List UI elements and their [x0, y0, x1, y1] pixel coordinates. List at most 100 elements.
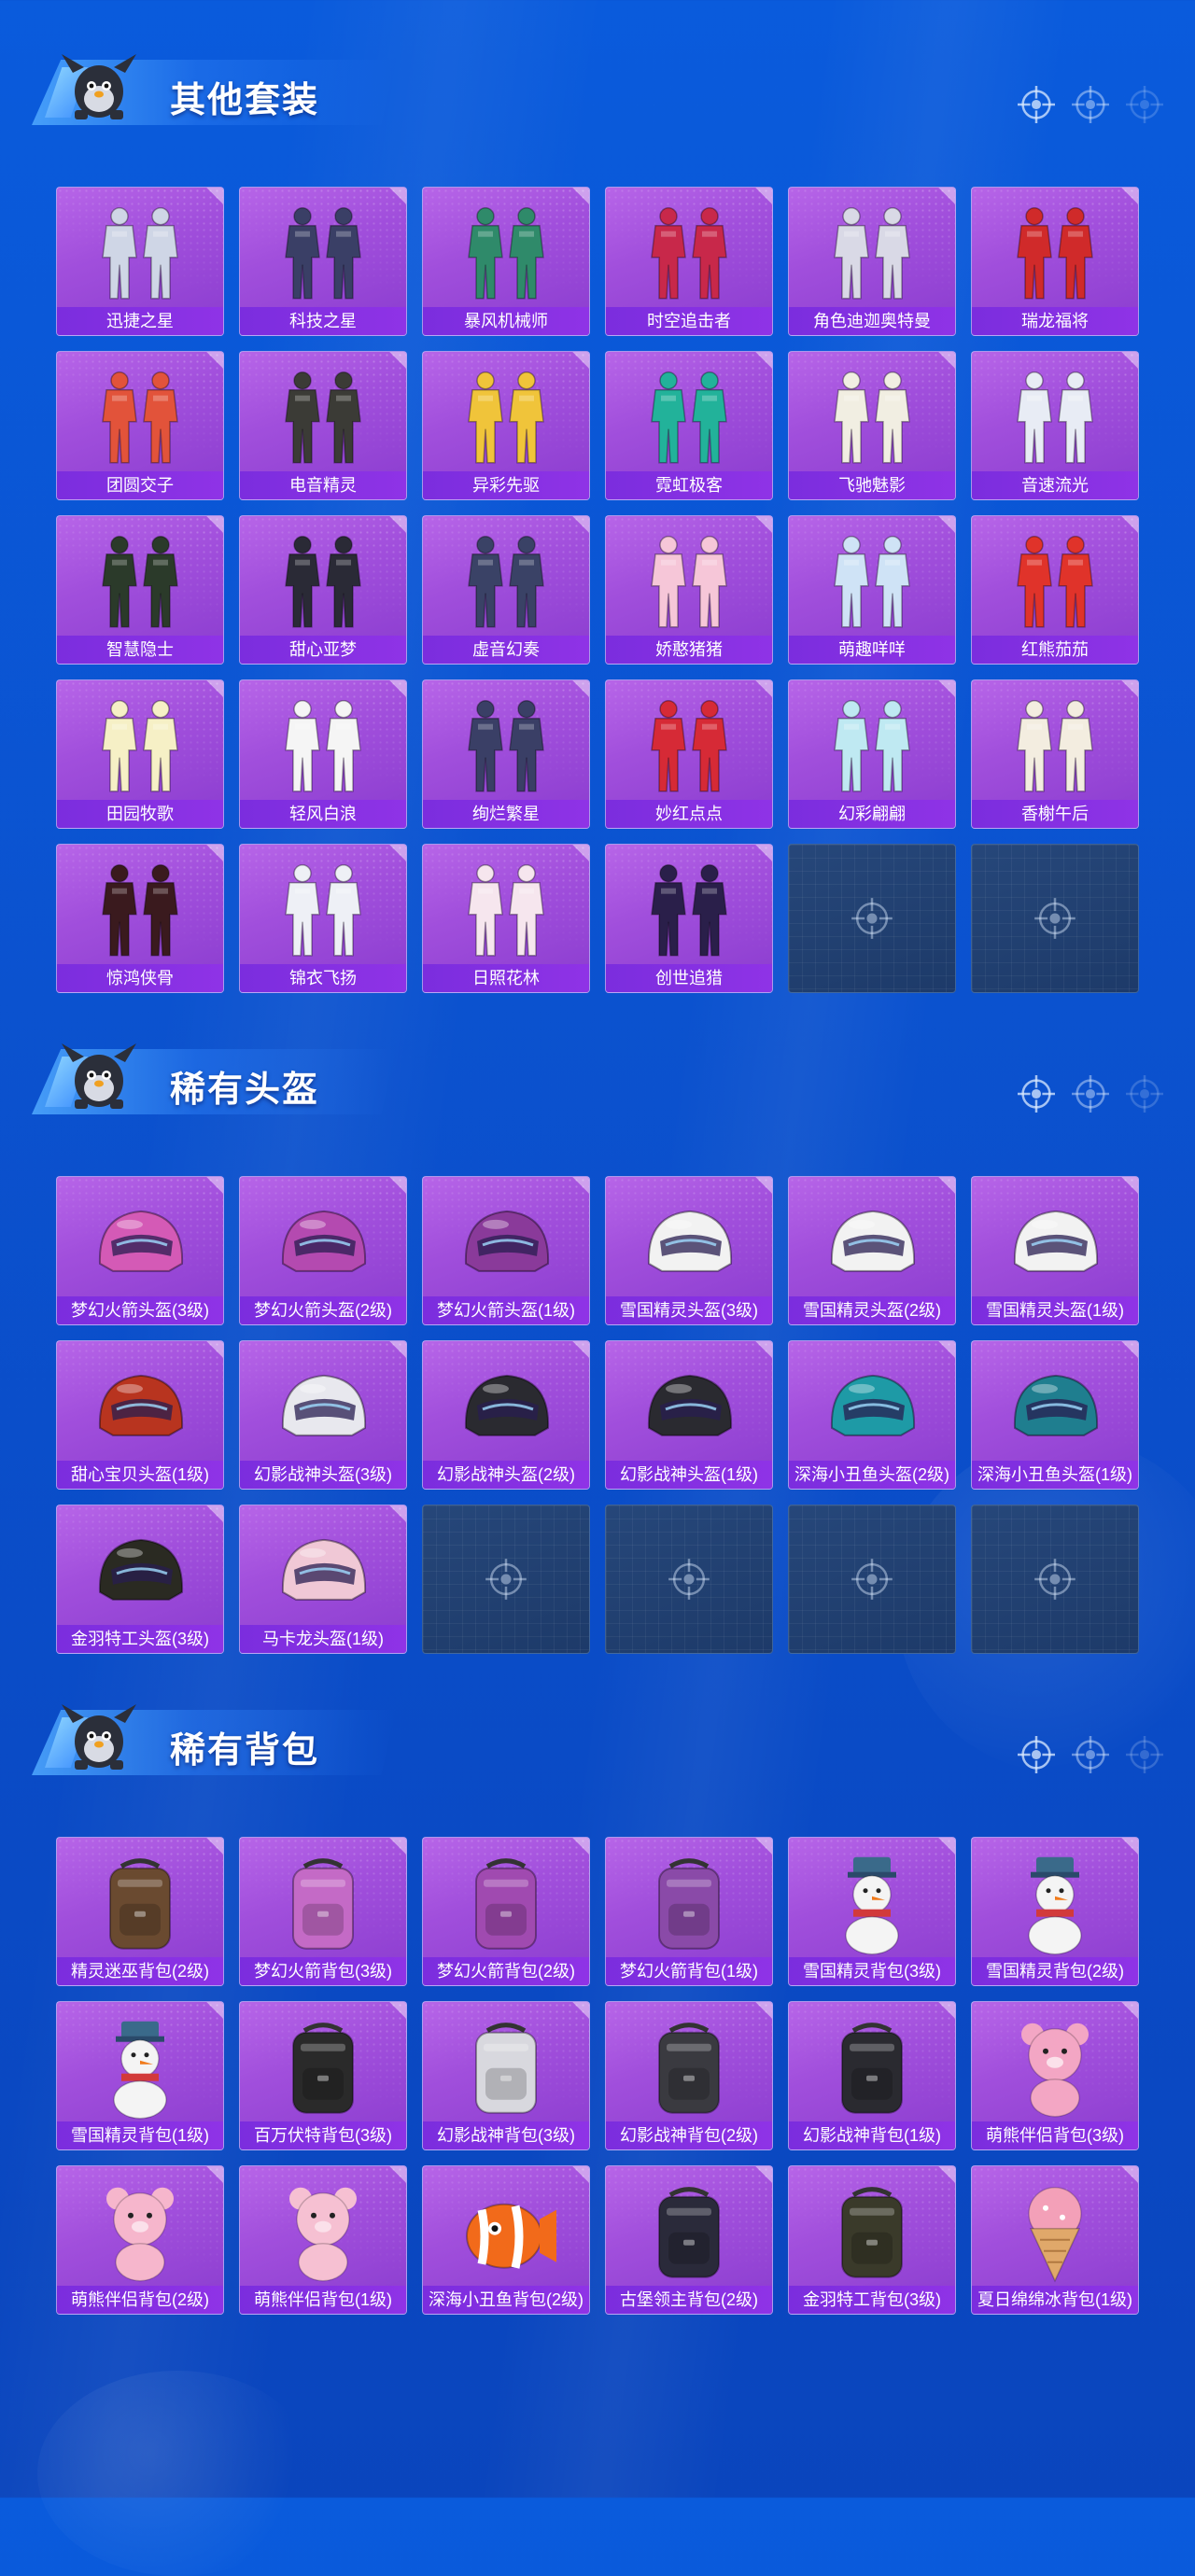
- item-card[interactable]: 团圆交子: [56, 351, 224, 500]
- outfit-icon: [285, 371, 361, 464]
- item-name: 锦衣飞扬: [240, 964, 406, 992]
- item-card[interactable]: 雪国精灵头盔(2级): [788, 1176, 956, 1325]
- mascot-icon: [56, 45, 142, 131]
- item-card[interactable]: 梦幻火箭背包(3级): [239, 1837, 407, 1986]
- item-image: [75, 696, 205, 804]
- item-card[interactable]: 轻风白浪: [239, 679, 407, 829]
- card-corner: [203, 680, 223, 701]
- item-card[interactable]: 日照花林: [422, 844, 590, 993]
- item-card[interactable]: 田园牧歌: [56, 679, 224, 829]
- item-card[interactable]: 电音精灵: [239, 351, 407, 500]
- item-name: 瑞龙福将: [972, 307, 1138, 335]
- item-card[interactable]: 幻影战神背包(1级): [788, 2001, 956, 2150]
- item-card[interactable]: 幻彩翩翩: [788, 679, 956, 829]
- helmet-icon: [98, 1211, 184, 1273]
- item-card[interactable]: 时空追击者: [605, 187, 773, 336]
- helmet-icon: [830, 1211, 916, 1273]
- helmet-icon: [464, 1375, 550, 1437]
- item-image: [990, 696, 1120, 804]
- item-card[interactable]: 精灵迷巫背包(2级): [56, 1837, 224, 1986]
- card-corner: [935, 352, 955, 372]
- item-card[interactable]: 萌熊伴侣背包(1级): [239, 2165, 407, 2315]
- item-card[interactable]: 角色迪迦奥特曼: [788, 187, 956, 336]
- item-card[interactable]: 飞驰魅影: [788, 351, 956, 500]
- item-name: 萌熊伴侣背包(2级): [57, 2286, 223, 2314]
- item-card[interactable]: 妙红点点: [605, 679, 773, 829]
- item-card[interactable]: 霓虹极客: [605, 351, 773, 500]
- crosshair-icon: [1125, 1735, 1164, 1774]
- item-card[interactable]: 甜心亚梦: [239, 515, 407, 665]
- item-name: 萌熊伴侣背包(3级): [972, 2121, 1138, 2149]
- item-card[interactable]: 百万伏特背包(3级): [239, 2001, 407, 2150]
- item-card[interactable]: 梦幻火箭头盔(3级): [56, 1176, 224, 1325]
- card-corner: [569, 845, 589, 865]
- item-card[interactable]: 智慧隐士: [56, 515, 224, 665]
- item-card[interactable]: 梦幻火箭背包(1级): [605, 1837, 773, 1986]
- item-image: [628, 1198, 750, 1296]
- card-corner: [569, 1177, 589, 1197]
- item-card[interactable]: 金羽特工头盔(3级): [56, 1505, 224, 1654]
- item-card[interactable]: 惊鸿侠骨: [56, 844, 224, 993]
- item-card[interactable]: 雪国精灵头盔(1级): [971, 1176, 1139, 1325]
- item-name: 甜心亚梦: [240, 636, 406, 664]
- outfit-icon: [285, 700, 361, 792]
- item-card[interactable]: 幻影战神头盔(3级): [239, 1340, 407, 1490]
- card-corner: [203, 1505, 223, 1526]
- item-card[interactable]: 雪国精灵头盔(3级): [605, 1176, 773, 1325]
- item-card[interactable]: 萌趣咩咩: [788, 515, 956, 665]
- item-card[interactable]: 幻影战神头盔(1级): [605, 1340, 773, 1490]
- item-image: [262, 1363, 384, 1461]
- item-card[interactable]: 金羽特工背包(3级): [788, 2165, 956, 2315]
- item-image: [990, 203, 1120, 311]
- item-card[interactable]: 绚烂繁星: [422, 679, 590, 829]
- item-card[interactable]: 科技之星: [239, 187, 407, 336]
- card-corner: [569, 2166, 589, 2187]
- item-image: [267, 2182, 379, 2289]
- item-card[interactable]: 深海小丑鱼头盔(1级): [971, 1340, 1139, 1490]
- item-card[interactable]: 瑞龙福将: [971, 187, 1139, 336]
- item-card[interactable]: 甜心宝贝头盔(1级): [56, 1340, 224, 1490]
- item-card[interactable]: 香榭午后: [971, 679, 1139, 829]
- item-image: [999, 2018, 1111, 2125]
- item-image: [628, 1363, 750, 1461]
- backpack-icon: [841, 2187, 903, 2279]
- item-card[interactable]: 夏日绵绵冰背包(1级): [971, 2165, 1139, 2315]
- item-name: 娇憨猪猪: [606, 636, 772, 664]
- item-card[interactable]: 音速流光: [971, 351, 1139, 500]
- item-card[interactable]: 梦幻火箭头盔(2级): [239, 1176, 407, 1325]
- item-card[interactable]: 梦幻火箭背包(2级): [422, 1837, 590, 1986]
- card-corner: [935, 1838, 955, 1858]
- item-card[interactable]: 梦幻火箭头盔(1级): [422, 1176, 590, 1325]
- item-card[interactable]: 幻影战神背包(2级): [605, 2001, 773, 2150]
- item-name: 梦幻火箭头盔(1级): [423, 1296, 589, 1324]
- item-card[interactable]: 创世追猎: [605, 844, 773, 993]
- crosshair-icon: [1125, 85, 1164, 124]
- item-card[interactable]: 异彩先驱: [422, 351, 590, 500]
- item-card[interactable]: 深海小丑鱼头盔(2级): [788, 1340, 956, 1490]
- section-title: 稀有头盔: [170, 1071, 320, 1110]
- crosshair-icon: [1034, 1559, 1076, 1600]
- item-card[interactable]: 雪国精灵背包(3级): [788, 1837, 956, 1986]
- card-corner: [386, 516, 406, 537]
- item-card[interactable]: 虚音幻奏: [422, 515, 590, 665]
- clownfish-backpack-icon: [466, 2204, 556, 2270]
- item-card[interactable]: 古堡领主背包(2级): [605, 2165, 773, 2315]
- item-card[interactable]: 红熊茄茄: [971, 515, 1139, 665]
- item-card[interactable]: 娇憨猪猪: [605, 515, 773, 665]
- item-card[interactable]: 迅捷之星: [56, 187, 224, 336]
- item-card[interactable]: 萌熊伴侣背包(3级): [971, 2001, 1139, 2150]
- item-name: 雪国精灵头盔(1级): [972, 1296, 1138, 1324]
- item-card[interactable]: 雪国精灵背包(1级): [56, 2001, 224, 2150]
- item-name: 雪国精灵头盔(2级): [789, 1296, 955, 1324]
- item-card[interactable]: 幻影战神背包(3级): [422, 2001, 590, 2150]
- item-card[interactable]: 马卡龙头盔(1级): [239, 1505, 407, 1654]
- item-name: 梦幻火箭头盔(2级): [240, 1296, 406, 1324]
- item-card[interactable]: 深海小丑鱼背包(2级): [422, 2165, 590, 2315]
- item-image: [84, 2182, 196, 2289]
- item-card[interactable]: 暴风机械师: [422, 187, 590, 336]
- item-card[interactable]: 锦衣飞扬: [239, 844, 407, 993]
- item-card[interactable]: 萌熊伴侣背包(2级): [56, 2165, 224, 2315]
- item-image: [441, 696, 571, 804]
- item-card[interactable]: 雪国精灵背包(2级): [971, 1837, 1139, 1986]
- item-card[interactable]: 幻影战神头盔(2级): [422, 1340, 590, 1490]
